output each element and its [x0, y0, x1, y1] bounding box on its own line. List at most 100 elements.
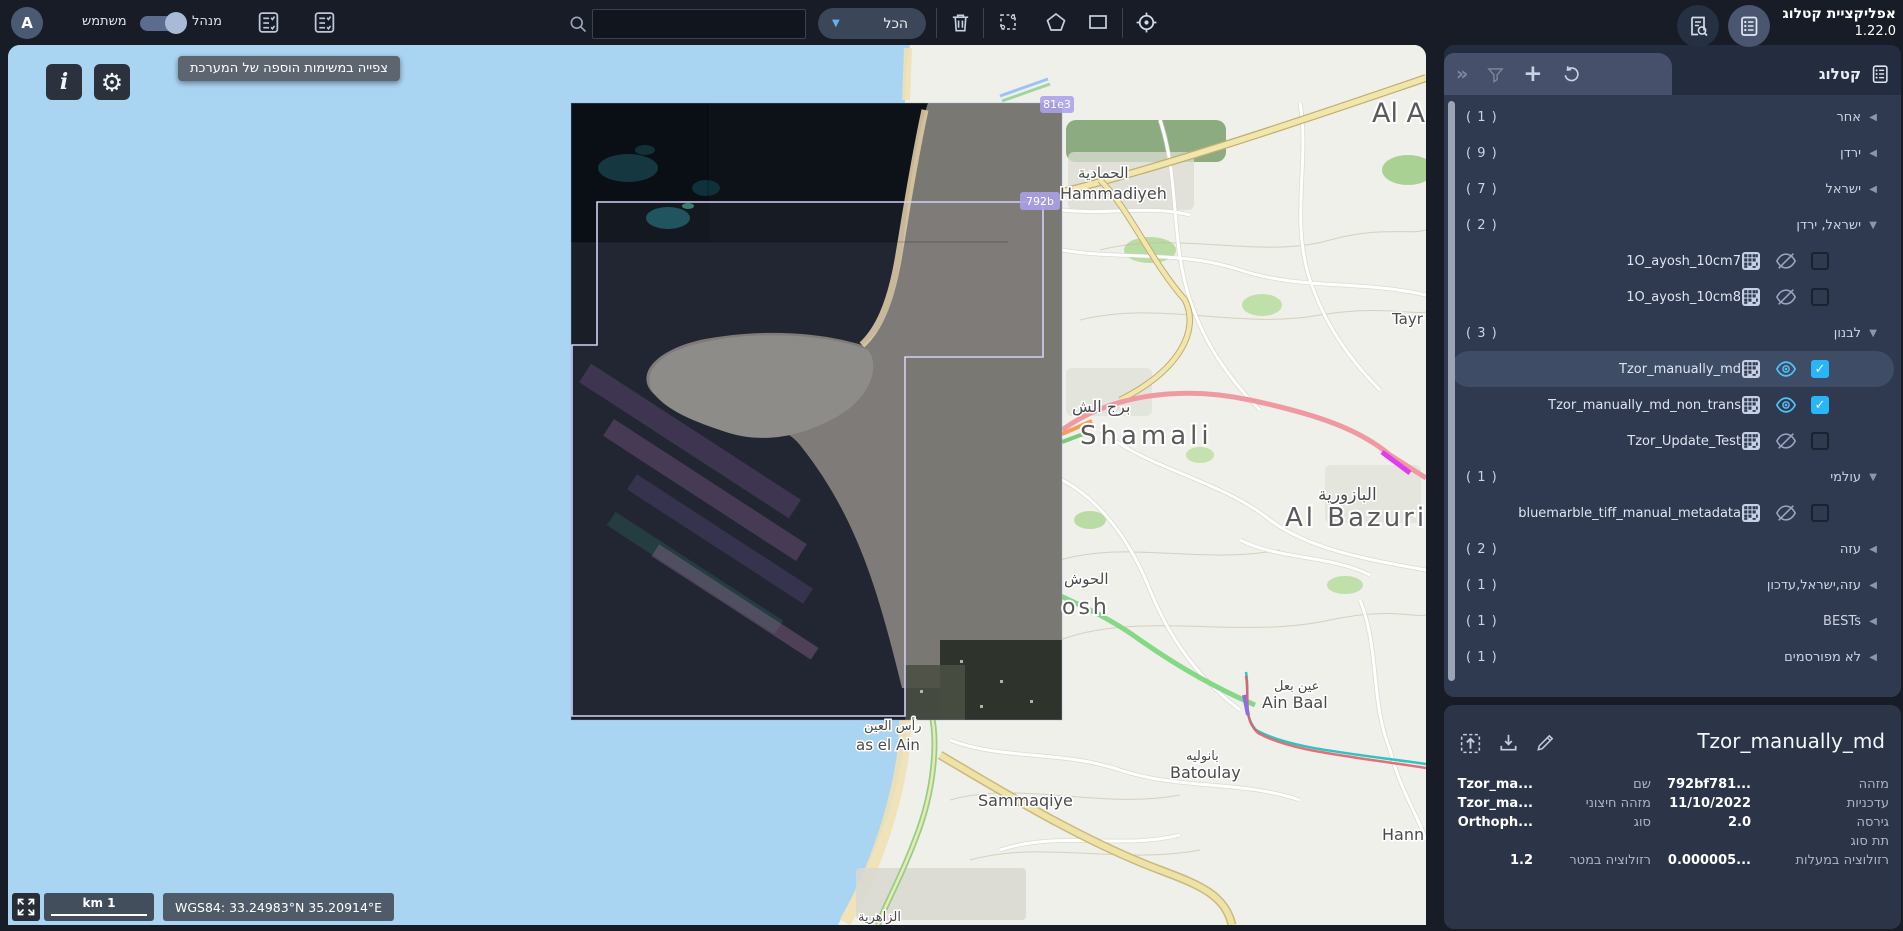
group-label: לבנון [1834, 326, 1861, 341]
catalog-layer-row[interactable]: ✓ Tzor_manually_md_non_trans [1444, 387, 1901, 423]
chevron-collapsed-icon[interactable]: ◀ [1861, 652, 1877, 663]
catalog-group-row[interactable]: ◀ישראל( 7 ) [1444, 171, 1901, 207]
field-value: 1.2 [1437, 853, 1533, 868]
field-label: תת סוג [1751, 834, 1889, 849]
edit-button[interactable] [1534, 731, 1557, 756]
details-title: Tzor_manually_md [1697, 729, 1885, 753]
catalog-group-row[interactable]: ◀לא מפורסמים( 1 ) [1444, 639, 1901, 675]
chevron-expanded-icon[interactable]: ▼ [1861, 328, 1877, 339]
fullscreen-button[interactable] [12, 893, 40, 921]
settings-button[interactable]: ⚙ [94, 64, 130, 100]
collapse-panel-button[interactable]: » [1456, 63, 1468, 85]
add-layer-button[interactable]: + [1523, 63, 1542, 86]
refresh-button[interactable] [1561, 64, 1582, 85]
layer-visibility-toggle[interactable] [1775, 286, 1797, 308]
field-label: מזהה חיצוני [1533, 796, 1651, 811]
select-by-footprint-button[interactable] [992, 6, 1024, 38]
layer-visibility-toggle[interactable] [1775, 502, 1797, 524]
catalog-group-row[interactable]: ◀עזה,ישראל,עדכון( 1 ) [1444, 567, 1901, 603]
chevron-collapsed-icon[interactable]: ◀ [1861, 580, 1877, 591]
user-tasks-button[interactable] [308, 6, 340, 38]
info-icon: i [60, 69, 68, 95]
chevron-collapsed-icon[interactable]: ◀ [1861, 544, 1877, 555]
chevron-expanded-icon[interactable]: ▼ [1861, 220, 1877, 231]
catalog-icon [1869, 63, 1891, 85]
layer-visibility-toggle[interactable] [1775, 358, 1797, 380]
place-label-ar: برج الش [1072, 397, 1130, 417]
catalog-layer-row[interactable]: 1O_ayosh_10cm7 [1444, 243, 1901, 279]
layer-name: Tzor_Update_Test [1627, 434, 1741, 449]
layer-checkbox[interactable] [1811, 288, 1829, 306]
place-label-en: Al A [1372, 98, 1426, 129]
group-count: ( 7 ) [1466, 182, 1498, 197]
group-count: ( 1 ) [1466, 470, 1498, 485]
chevron-collapsed-icon[interactable]: ◀ [1861, 148, 1877, 159]
chevron-collapsed-icon[interactable]: ◀ [1861, 616, 1877, 627]
catalog-layer-row[interactable]: 1O_ayosh_10cm8 [1444, 279, 1901, 315]
tasks-checklist-icon [312, 10, 337, 35]
layer-checkbox[interactable]: ✓ [1811, 396, 1829, 414]
search-icon [562, 8, 594, 40]
visibility-off-icon [1775, 430, 1797, 452]
avatar[interactable]: A [11, 7, 43, 39]
layer-checkbox[interactable]: ✓ [1811, 360, 1829, 378]
role-toggle[interactable] [140, 16, 184, 31]
group-count: ( 3 ) [1466, 326, 1498, 341]
layer-checkbox[interactable] [1811, 252, 1829, 270]
chevron-collapsed-icon[interactable]: ◀ [1861, 184, 1877, 195]
footprint-badge[interactable]: 81e3 [1040, 96, 1074, 113]
catalog-group-row[interactable]: ▼לבנון ( 3 ) [1444, 315, 1901, 351]
refresh-icon [1561, 64, 1582, 85]
search-input[interactable] [592, 9, 806, 39]
visibility-on-icon [1775, 358, 1797, 380]
catalog-group-row[interactable]: ◀BESTs( 1 ) [1444, 603, 1901, 639]
download-button[interactable] [1497, 731, 1520, 756]
catalog-group-row[interactable]: ◀אחר( 1 ) [1444, 99, 1901, 135]
layer-visibility-toggle[interactable] [1775, 394, 1797, 416]
layer-checkbox[interactable] [1811, 504, 1829, 522]
chevron-collapsed-icon[interactable]: ◀ [1861, 112, 1877, 123]
field-value: 792bf781... [1651, 777, 1751, 792]
export-button[interactable] [1458, 731, 1483, 756]
filter-button[interactable] [1486, 65, 1505, 84]
field-value: 11/10/2022 [1651, 796, 1751, 811]
draw-polygon-button[interactable] [1040, 6, 1072, 38]
catalog-group-row[interactable]: ▼עולמי( 1 ) [1444, 459, 1901, 495]
scrollbar-thumb[interactable] [1448, 101, 1455, 681]
layer-checkbox[interactable] [1811, 432, 1829, 450]
place-label-en: Ain Baal [1262, 693, 1328, 712]
catalog-group-row[interactable]: ◀עזה( 2 ) [1444, 531, 1901, 567]
field-label: עדכניות [1751, 796, 1889, 811]
group-label: לא מפורסמים [1784, 650, 1861, 665]
layer-name: 1O_ayosh_10cm8 [1626, 290, 1741, 305]
catalog-layer-row[interactable]: ✓ Tzor_manually_md [1451, 351, 1894, 387]
catalog-group-row[interactable]: ▼ישראל, ירדן( 2 ) [1444, 207, 1901, 243]
place-label-ar: رأس العين [864, 717, 922, 734]
locate-button[interactable] [1130, 6, 1162, 38]
field-label: סוג [1533, 815, 1651, 830]
field-label: רזולוציה במטר [1533, 853, 1651, 868]
catalog-group-row[interactable]: ◀ירדן( 9 ) [1444, 135, 1901, 171]
map-view[interactable]: الحمادية Hammadiyeh Al A Tayr برج الش Sh… [8, 45, 1426, 925]
raster-layer-icon [1741, 359, 1761, 379]
draw-rectangle-button[interactable] [1082, 6, 1114, 38]
clear-selection-button[interactable] [944, 6, 976, 38]
layer-visibility-toggle[interactable] [1775, 430, 1797, 452]
search-scope-dropdown[interactable]: ▼ הכל [818, 8, 926, 39]
search-results-button[interactable] [1677, 5, 1719, 47]
chevron-expanded-icon[interactable]: ▼ [1861, 472, 1877, 483]
info-button[interactable]: i [46, 64, 82, 100]
field-value: Orthoph... [1437, 815, 1533, 830]
catalog-panel-button[interactable] [1728, 5, 1770, 47]
download-icon [1497, 731, 1520, 754]
catalog-layer-row[interactable]: bluemarble_tiff_manual_metadata [1444, 495, 1901, 531]
catalog-panel: » + [1444, 45, 1901, 697]
system-tasks-button[interactable] [252, 6, 284, 38]
layer-details-panel: Tzor_manually_md מזהה792bf781...שםTzor_m… [1444, 705, 1901, 929]
raster-layer-icon [1741, 395, 1761, 415]
catalog-layer-row[interactable]: Tzor_Update_Test [1444, 423, 1901, 459]
place-label-ar: الزاهرية [858, 910, 901, 925]
footprint-badge[interactable]: 792b [1020, 192, 1060, 210]
layer-visibility-toggle[interactable] [1775, 250, 1797, 272]
map-scalebar: km 1 [44, 893, 154, 921]
